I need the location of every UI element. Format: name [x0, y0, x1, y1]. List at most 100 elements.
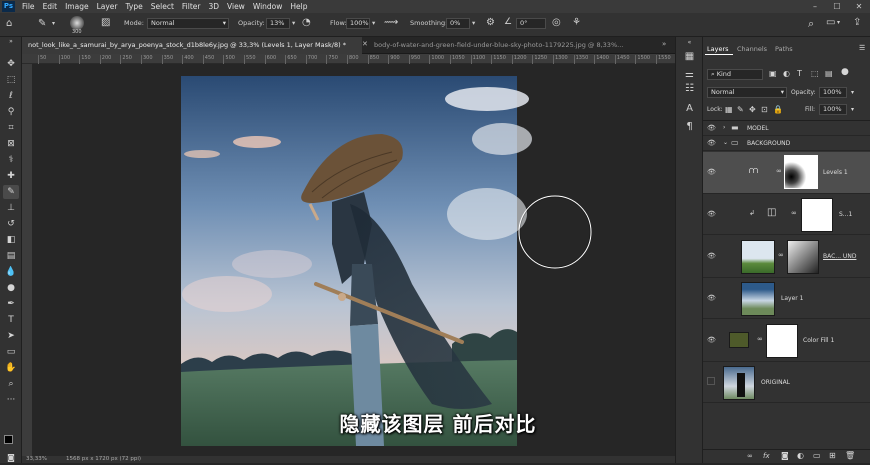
brush-settings-icon[interactable]: ▨: [101, 17, 110, 28]
layer-thumbnail[interactable]: [741, 282, 775, 316]
layer-mask-thumbnail[interactable]: [801, 198, 833, 232]
panel-menu-icon[interactable]: ☰: [859, 44, 865, 52]
chevron-down-icon[interactable]: ▾: [472, 19, 475, 27]
brush-tool-icon[interactable]: ✎: [3, 185, 19, 199]
lock-transparent-icon[interactable]: ▦: [725, 105, 733, 114]
filter-type-icon[interactable]: T: [797, 69, 802, 78]
layer-thumbnail[interactable]: [723, 366, 755, 400]
folder-icon[interactable]: ▭: [813, 451, 821, 460]
menu-window[interactable]: Window: [249, 2, 287, 11]
hidden-eye-slot[interactable]: [707, 377, 715, 385]
character-icon[interactable]: A: [676, 103, 703, 114]
eye-icon[interactable]: 👁: [707, 336, 716, 344]
close-button[interactable]: ✕: [848, 0, 870, 13]
lock-all-icon[interactable]: 🔒: [773, 105, 783, 114]
chevron-down-icon[interactable]: ▾: [372, 19, 375, 27]
filter-toggle-icon[interactable]: ●: [841, 67, 849, 77]
move-tool-icon[interactable]: ✥: [3, 57, 19, 71]
eye-icon[interactable]: 👁: [707, 124, 716, 132]
canvas-area[interactable]: [32, 64, 665, 456]
filter-pixel-icon[interactable]: ▣: [769, 69, 777, 78]
layer-thumbnail[interactable]: [741, 240, 775, 274]
menu-view[interactable]: View: [223, 2, 249, 11]
zoom-tool-icon[interactable]: ⌕: [3, 377, 19, 391]
blend-mode-select[interactable]: Normal ▾: [707, 87, 787, 98]
chevron-down-icon[interactable]: ▾: [292, 19, 295, 27]
filter-kind-select[interactable]: ⌕ Kind: [707, 69, 763, 80]
brush-preset-icon[interactable]: [70, 16, 84, 30]
eraser-tool-icon[interactable]: ◧: [3, 233, 19, 247]
mode-select[interactable]: Normal ▾: [147, 18, 229, 29]
eye-icon[interactable]: 👁: [707, 294, 716, 302]
mask-icon[interactable]: ◙: [781, 451, 789, 460]
menu-select[interactable]: Select: [147, 2, 178, 11]
properties-icon[interactable]: ⚌: [676, 69, 703, 80]
lock-artboard-icon[interactable]: ⊡: [761, 105, 768, 114]
filter-smart-object-icon[interactable]: ▤: [825, 69, 833, 78]
share-icon[interactable]: ⇪: [853, 17, 861, 28]
chevron-down-icon[interactable]: ▾: [851, 89, 854, 96]
dodge-tool-icon[interactable]: ●: [3, 281, 19, 295]
menu-help[interactable]: Help: [286, 2, 311, 11]
menu-layer[interactable]: Layer: [93, 2, 122, 11]
layer-mask-thumbnail[interactable]: [787, 240, 819, 274]
layer-row-bac-und[interactable]: 👁 ∞ BAC... UND: [703, 236, 870, 278]
crop-tool-icon[interactable]: ⌗: [3, 121, 19, 135]
menu-file[interactable]: File: [18, 2, 39, 11]
more-tools-icon[interactable]: ···: [3, 393, 19, 407]
layer-mask-thumbnail[interactable]: [766, 324, 798, 358]
marquee-tool-icon[interactable]: ⬚: [3, 73, 19, 87]
adjustments-icon[interactable]: ☷: [676, 83, 703, 94]
paragraph-icon[interactable]: ¶: [676, 121, 703, 132]
tab-overflow-icon[interactable]: »: [662, 40, 666, 48]
history-brush-tool-icon[interactable]: ↺: [3, 217, 19, 231]
link-icon[interactable]: ∞: [778, 251, 784, 259]
link-icon[interactable]: ∞: [791, 209, 797, 217]
menu-type[interactable]: Type: [122, 2, 147, 11]
healing-tool-icon[interactable]: ✚: [3, 169, 19, 183]
eye-icon[interactable]: 👁: [707, 168, 716, 176]
foreground-color-swatch[interactable]: [4, 435, 13, 444]
chevron-down-icon[interactable]: ▾: [52, 20, 55, 27]
collapse-icon[interactable]: «: [676, 39, 703, 46]
layer-row-color-fill[interactable]: 👁 ∞ Color Fill 1: [703, 320, 870, 362]
maximize-button[interactable]: ☐: [826, 0, 848, 13]
filter-shape-icon[interactable]: ⬚: [811, 69, 819, 78]
menu-filter[interactable]: Filter: [178, 2, 205, 11]
layer-row-model[interactable]: 👁 › ▬ MODEL: [703, 122, 870, 136]
menu-3d[interactable]: 3D: [204, 2, 223, 11]
layer-mask-thumbnail[interactable]: [784, 155, 818, 189]
lock-position-icon[interactable]: ✥: [749, 105, 756, 114]
hand-tool-icon[interactable]: ✋: [3, 361, 19, 375]
menu-image[interactable]: Image: [61, 2, 93, 11]
tab-paths[interactable]: Paths: [775, 45, 793, 53]
smoothing-field[interactable]: 0%: [446, 18, 470, 29]
lock-image-icon[interactable]: ✎: [737, 105, 744, 114]
eye-icon[interactable]: 👁: [707, 210, 716, 218]
layer-row-background-group[interactable]: 👁 ⌄ ▭ BACKGROUND: [703, 137, 870, 151]
link-icon[interactable]: ∞: [757, 335, 763, 343]
filter-adjustment-icon[interactable]: ◐: [783, 69, 790, 78]
pressure-size-icon[interactable]: ◎: [552, 17, 561, 28]
rectangle-tool-icon[interactable]: ▭: [3, 345, 19, 359]
flow-field[interactable]: 100%: [346, 18, 370, 29]
chevron-down-icon[interactable]: ⌄: [723, 139, 728, 146]
new-layer-icon[interactable]: ⊞: [829, 451, 836, 460]
eyedropper-tool-icon[interactable]: ⚕: [3, 153, 19, 167]
tab-layers[interactable]: Layers: [707, 45, 729, 53]
adjustment-icon[interactable]: ◐: [797, 451, 804, 460]
menu-edit[interactable]: Edit: [39, 2, 62, 11]
workspace-icon[interactable]: ▭: [826, 17, 835, 28]
link-icon[interactable]: ∞: [747, 452, 753, 460]
layer-row-original[interactable]: ORIGINAL: [703, 363, 870, 403]
path-select-tool-icon[interactable]: ➤: [3, 329, 19, 343]
angle-field[interactable]: 0°: [516, 18, 546, 29]
gradient-tool-icon[interactable]: ▤: [3, 249, 19, 263]
quick-select-tool-icon[interactable]: ⚲: [3, 105, 19, 119]
tab-channels[interactable]: Channels: [737, 45, 767, 53]
opacity-field[interactable]: 13%: [266, 18, 290, 29]
expand-toolbar-icon[interactable]: »: [3, 39, 19, 53]
gear-icon[interactable]: ⚙: [486, 17, 495, 28]
trash-icon[interactable]: 🗑: [845, 451, 855, 460]
layer-row-layer-1[interactable]: 👁 Layer 1: [703, 279, 870, 319]
